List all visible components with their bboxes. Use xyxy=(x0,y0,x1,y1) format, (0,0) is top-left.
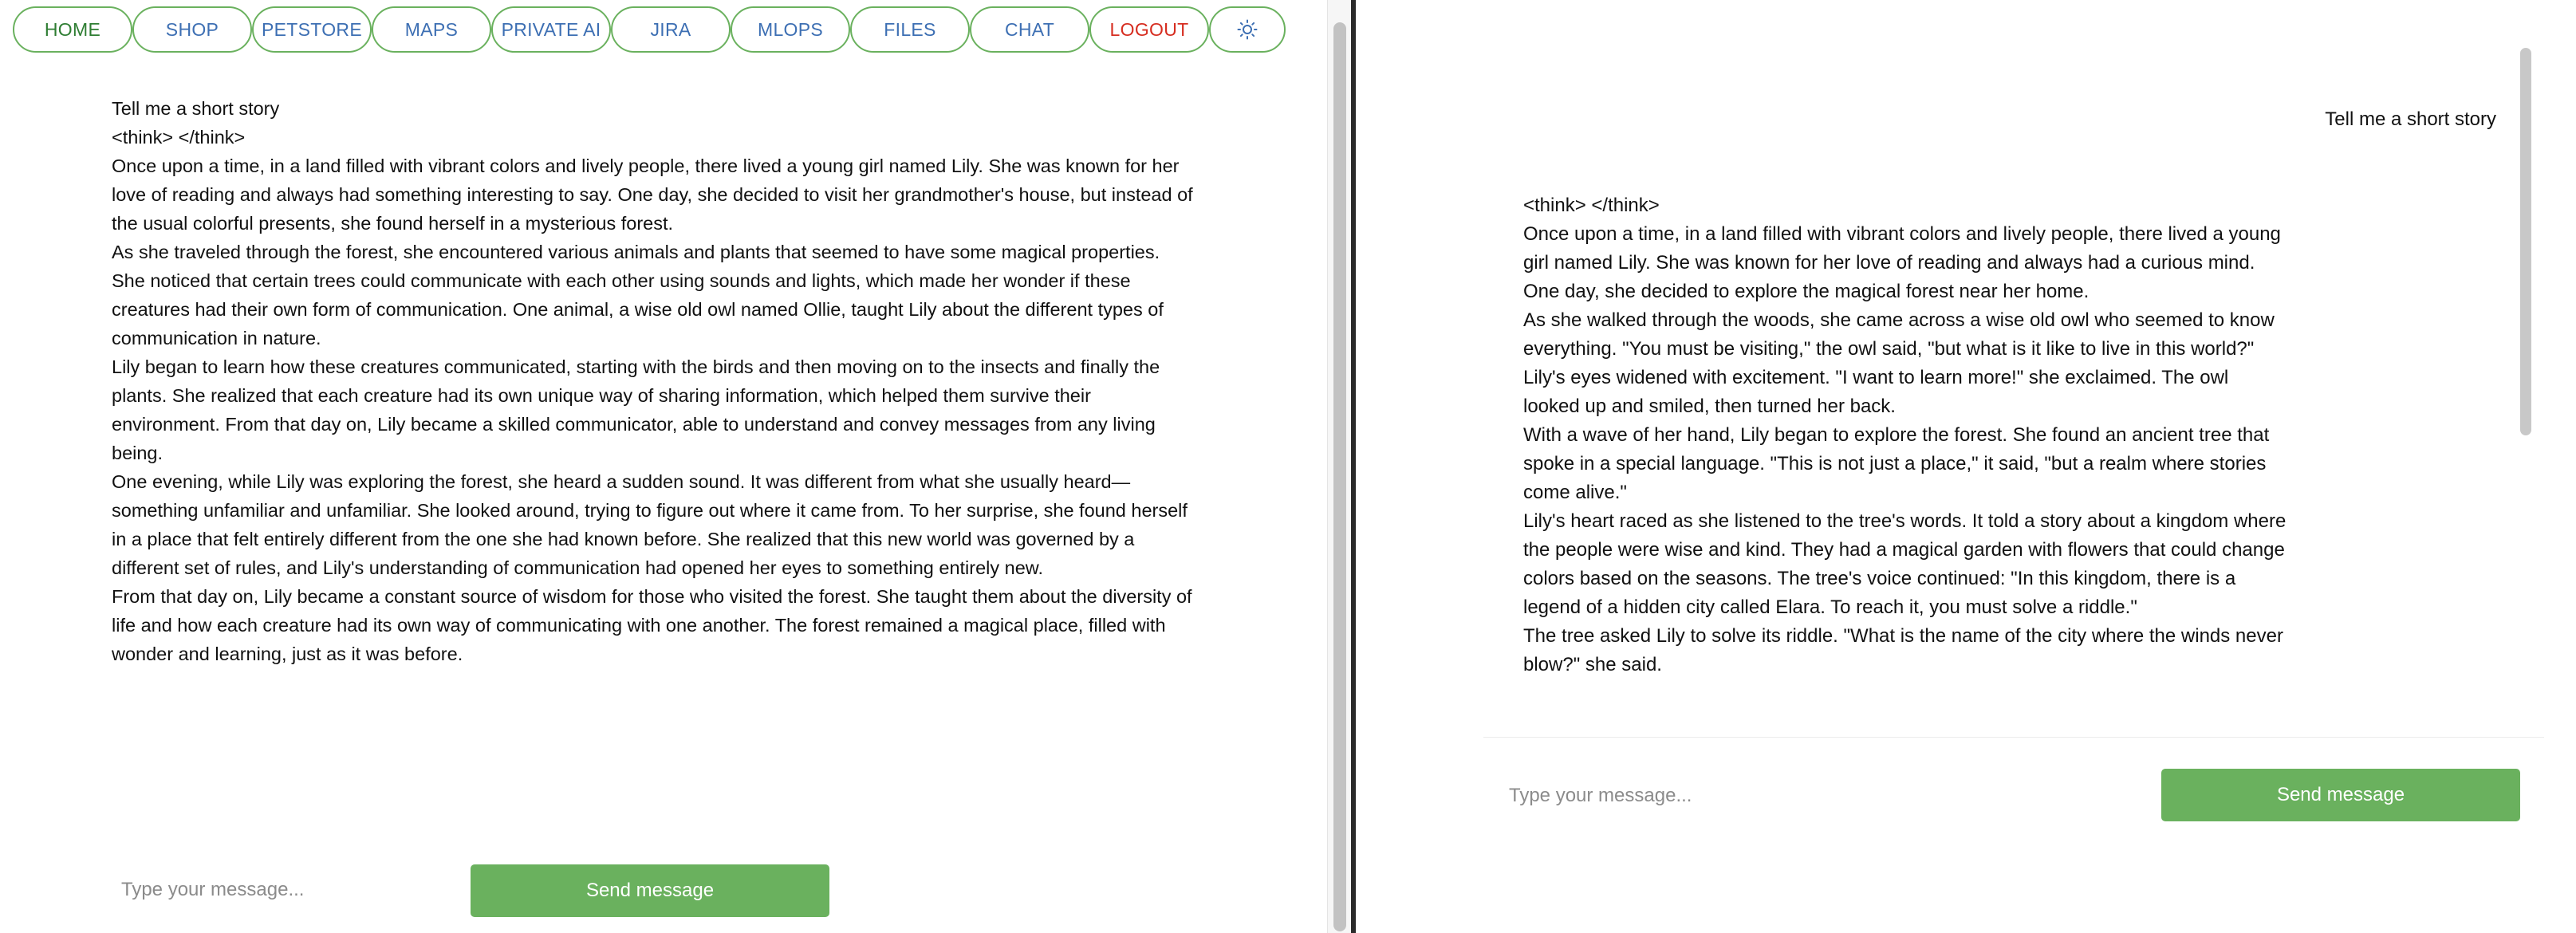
send-message-button[interactable]: Send message xyxy=(2161,769,2520,821)
nav-logout-button[interactable]: LOGOUT xyxy=(1089,6,1209,53)
nav-jira-button[interactable]: JIRA xyxy=(611,6,731,53)
story-paragraph: Lily's heart raced as she listened to th… xyxy=(1523,510,2286,618)
nav-petstore-button[interactable]: PETSTORE xyxy=(252,6,372,53)
think-tag: <think> </think> xyxy=(112,127,246,148)
story-paragraph: As she walked through the woods, she cam… xyxy=(1523,309,2275,360)
right-chat-transcript: Tell me a short story <think> </think> O… xyxy=(1483,45,2544,737)
theme-toggle-button[interactable] xyxy=(1209,6,1286,53)
nav-home-button[interactable]: HOME xyxy=(13,6,132,53)
message-input[interactable] xyxy=(1496,772,2054,820)
story-paragraph: Once upon a time, in a land filled with … xyxy=(1523,223,2281,302)
top-nav: HOME SHOP PETSTORE MAPS PRIVATE AI JIRA … xyxy=(13,6,1286,53)
story-paragraph: Once upon a time, in a land filled with … xyxy=(112,156,1193,234)
nav-maps-button[interactable]: MAPS xyxy=(372,6,491,53)
story-paragraph: Lily began to learn how these creatures … xyxy=(112,356,1160,463)
story-paragraph: From that day on, Lily became a constant… xyxy=(112,586,1192,664)
nav-files-button[interactable]: FILES xyxy=(850,6,970,53)
message-input[interactable] xyxy=(110,866,461,914)
user-message: Tell me a short story xyxy=(112,98,280,119)
story-paragraph: As she traveled through the forest, she … xyxy=(112,242,1164,348)
nav-private-ai-button[interactable]: PRIVATE AI xyxy=(491,6,611,53)
right-chat-app: Tell me a short story <think> </think> O… xyxy=(1356,0,2576,933)
send-message-button[interactable]: Send message xyxy=(471,864,829,917)
nav-chat-button[interactable]: CHAT xyxy=(970,6,1089,53)
left-scrollbar-thumb[interactable] xyxy=(1333,22,1346,931)
story-paragraph: One evening, while Lily was exploring th… xyxy=(112,471,1188,578)
story-paragraph: Lily's eyes widened with excitement. "I … xyxy=(1523,367,2229,417)
sun-icon xyxy=(1237,19,1258,40)
story-paragraph: With a wave of her hand, Lily began to e… xyxy=(1523,424,2270,503)
chat-input-divider xyxy=(1483,737,2544,738)
think-tag: <think> </think> xyxy=(1523,195,1660,216)
nav-mlops-button[interactable]: MLOPS xyxy=(731,6,850,53)
left-chat-app: HOME SHOP PETSTORE MAPS PRIVATE AI JIRA … xyxy=(0,0,1327,933)
right-scrollbar-thumb[interactable] xyxy=(2520,48,2531,435)
assistant-message: <think> </think> Once upon a time, in a … xyxy=(1523,191,2289,679)
left-chat-transcript: Tell me a short story <think> </think> O… xyxy=(112,94,1196,668)
user-message: Tell me a short story xyxy=(2325,108,2496,130)
story-paragraph: The tree asked Lily to solve its riddle.… xyxy=(1523,625,2283,675)
nav-shop-button[interactable]: SHOP xyxy=(132,6,252,53)
